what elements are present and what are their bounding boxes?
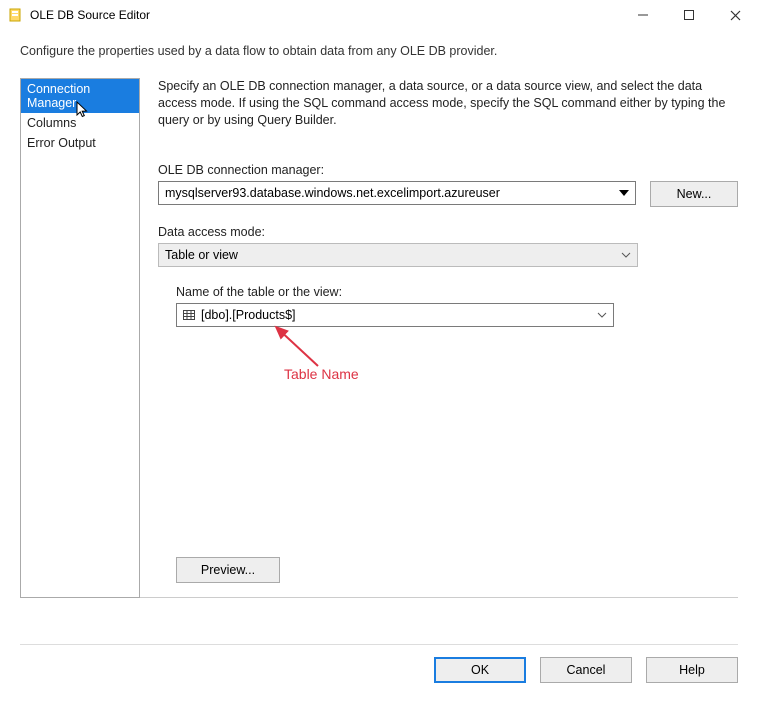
window-title: OLE DB Source Editor xyxy=(30,8,150,22)
table-name-dropdown[interactable]: [dbo].[Products$] xyxy=(176,303,614,327)
preview-button-label: Preview... xyxy=(201,563,255,577)
table-icon xyxy=(183,310,195,320)
dialog-instruction: Configure the properties used by a data … xyxy=(0,30,758,78)
ok-button-label: OK xyxy=(471,663,489,677)
connection-manager-dropdown[interactable]: mysqlserver93.database.windows.net.excel… xyxy=(158,181,636,205)
new-connection-button[interactable]: New... xyxy=(650,181,738,207)
sidebar-item-label: Connection Manager xyxy=(27,82,90,110)
connection-manager-value: mysqlserver93.database.windows.net.excel… xyxy=(165,186,500,200)
page-description: Specify an OLE DB connection manager, a … xyxy=(158,78,738,159)
sidebar-item-columns[interactable]: Columns xyxy=(21,113,139,133)
sidebar-item-connection-manager[interactable]: Connection Manager xyxy=(21,79,139,113)
content-pane: Specify an OLE DB connection manager, a … xyxy=(140,78,738,598)
sidebar-item-label: Error Output xyxy=(27,136,96,150)
chevron-down-icon xyxy=(621,252,631,258)
data-access-mode-label: Data access mode: xyxy=(158,225,738,239)
table-name-label: Name of the table or the view: xyxy=(176,285,738,299)
new-button-label: New... xyxy=(677,187,712,201)
cancel-button[interactable]: Cancel xyxy=(540,657,632,683)
chevron-down-icon xyxy=(619,190,629,196)
table-name-value: [dbo].[Products$] xyxy=(201,308,296,322)
sidebar: Connection Manager Columns Error Output xyxy=(20,78,140,598)
help-button[interactable]: Help xyxy=(646,657,738,683)
connection-manager-label: OLE DB connection manager: xyxy=(158,163,738,177)
dialog-footer: OK Cancel Help xyxy=(0,646,758,703)
maximize-button[interactable] xyxy=(666,0,712,30)
data-access-mode-value: Table or view xyxy=(165,248,238,262)
main-area: Connection Manager Columns Error Output … xyxy=(20,78,738,598)
close-button[interactable] xyxy=(712,0,758,30)
sidebar-item-error-output[interactable]: Error Output xyxy=(21,133,139,153)
help-button-label: Help xyxy=(679,663,705,677)
data-access-mode-dropdown[interactable]: Table or view xyxy=(158,243,638,267)
minimize-button[interactable] xyxy=(620,0,666,30)
footer-divider xyxy=(20,644,738,645)
cancel-button-label: Cancel xyxy=(567,663,606,677)
preview-button[interactable]: Preview... xyxy=(176,557,280,583)
annotation-label: Table Name xyxy=(284,366,359,382)
ok-button[interactable]: OK xyxy=(434,657,526,683)
titlebar: OLE DB Source Editor xyxy=(0,0,758,30)
chevron-down-icon xyxy=(597,312,607,318)
app-icon xyxy=(8,7,24,23)
sidebar-item-label: Columns xyxy=(27,116,76,130)
